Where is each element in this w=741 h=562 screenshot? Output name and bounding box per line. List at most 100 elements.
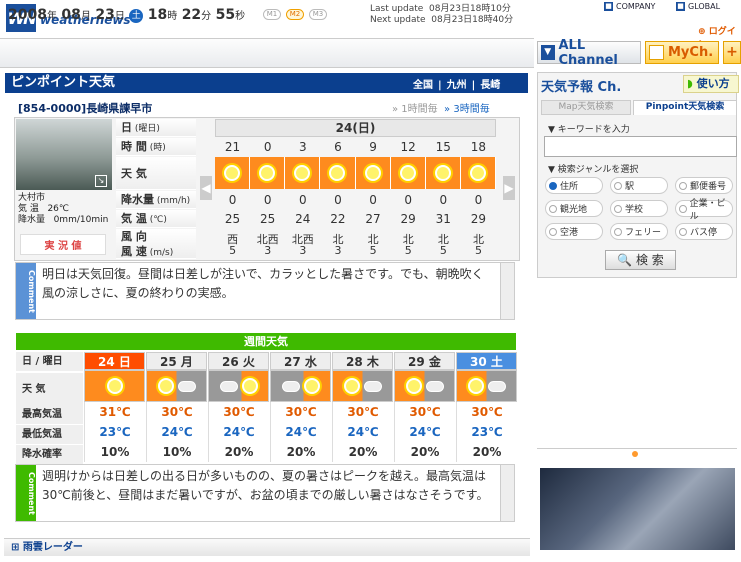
breadcrumb-kyushu[interactable]: 九州 <box>447 80 467 91</box>
minute-unit: 分 <box>201 11 212 22</box>
breadcrumb: 全国 | 九州 | 長崎 <box>413 80 501 91</box>
hours-row: 21 0 3 6 9 12 15 18 <box>215 140 496 154</box>
weather-icon-cell <box>390 157 426 189</box>
forecast-channel-title: 天気予報 Ch. <box>541 80 622 95</box>
keyword-input[interactable] <box>544 136 737 157</box>
sun-icon <box>294 165 311 181</box>
wind-speed-cell: 5 <box>229 244 237 257</box>
next-arrow-icon[interactable]: ▶ <box>503 176 515 200</box>
sun-icon <box>106 378 123 394</box>
weather-icon-cell <box>425 157 461 189</box>
label-time: 時 間 (時) <box>116 138 196 156</box>
rain-cell: 0 <box>369 193 377 207</box>
weekly-day-column: 26 火 30℃ 24℃ 20% <box>208 352 269 462</box>
my-channel-button[interactable]: MyCh. <box>645 41 719 64</box>
search-icon: 🔍 <box>617 253 633 267</box>
forecast-date: 24(日) <box>215 119 496 137</box>
comment-text: 明日は天気回復。昼間は日差しが注いで、カラッとした暑さです。でも、朝晩吹く風の涼… <box>42 267 484 300</box>
label-time-text: 時 間 <box>121 140 147 153</box>
tab-3-hour[interactable]: » 3時間毎 <box>444 104 490 115</box>
expand-icon[interactable]: ↘ <box>95 175 107 187</box>
genre-radio[interactable]: 観光地 <box>545 200 603 217</box>
breadcrumb-nagasaki[interactable]: 長崎 <box>480 80 500 91</box>
weekly-min-temp: 23℃ <box>456 422 517 442</box>
sun-icon <box>405 378 422 394</box>
weekly-comment-text: 週明けからは日差しの出る日が多いものの、夏の暑さはピークを越え。最高気温は30℃… <box>42 469 489 502</box>
genre-radio-label: バス停 <box>690 228 718 238</box>
weekly-weather-cell <box>208 370 269 402</box>
weekly-day-header: 29 金 <box>394 352 455 370</box>
carousel-dot[interactable] <box>632 451 638 457</box>
genre-radio[interactable]: 駅 <box>610 177 668 194</box>
camera-readings: 気 温 26℃ 降水量 0mm/10min <box>18 204 109 225</box>
genre-radio[interactable]: 企業・ビル <box>675 199 733 222</box>
weather-icon-cell <box>460 157 496 189</box>
minute: 22 <box>181 7 202 23</box>
breadcrumb-all[interactable]: 全国 <box>413 80 433 91</box>
genre-radio[interactable]: 学校 <box>610 200 668 217</box>
genre-radio-label: 観光地 <box>560 205 588 215</box>
comment-tab: Comment <box>16 263 36 319</box>
label-weather: 天 気 <box>116 157 196 190</box>
label-day-unit: (曜日) <box>134 124 160 134</box>
weekly-min-temp: 24℃ <box>208 422 269 442</box>
weekly-pop: 20% <box>208 442 269 462</box>
genre-radio[interactable]: 住所 <box>545 177 603 194</box>
observation-button[interactable]: 実 況 値 <box>20 234 106 255</box>
level-m1-button[interactable]: M1 <box>263 9 281 20</box>
genre-radio[interactable]: バス停 <box>675 223 733 240</box>
genre-radio[interactable]: 空港 <box>545 223 603 240</box>
weekly-title: 週間天気 <box>16 333 516 350</box>
add-channel-button[interactable]: + <box>723 41 741 64</box>
genre-radio-label: フェリー <box>625 228 662 238</box>
day-of-week-badge: 土 <box>129 9 144 23</box>
weekly-comment-scrollbar[interactable] <box>500 465 514 521</box>
tab-1-hour[interactable]: » 1時間毎 <box>392 104 438 115</box>
sky-photo[interactable] <box>540 468 735 550</box>
rain-cell: 0 <box>298 193 307 207</box>
month-unit: 月 <box>80 11 91 22</box>
howto-button[interactable]: ◗ 使い方 <box>683 75 739 93</box>
comment-scrollbar[interactable] <box>500 263 514 319</box>
update-times: Last update 08月23日18時10分 Next update 08月… <box>370 4 514 25</box>
prev-arrow-icon[interactable]: ◀ <box>200 176 212 200</box>
company-link[interactable]: ■ COMPANY <box>604 2 655 11</box>
weekly-max-temp: 30℃ <box>208 402 269 422</box>
day: 23 <box>95 7 115 23</box>
window-icon <box>649 45 664 60</box>
sun-icon <box>364 165 381 181</box>
search-button[interactable]: 🔍 検 索 <box>605 250 676 270</box>
current-datetime: 2008年 08月 23日 土 18時 22分 55秒 <box>8 7 245 23</box>
rain-radar-link[interactable]: ⊞ 雨雲レーダー <box>4 538 530 556</box>
sun-icon <box>469 165 486 181</box>
hour-unit: 時 <box>167 11 178 22</box>
label-temp-unit: (℃) <box>149 215 167 225</box>
level-m3-button[interactable]: M3 <box>309 9 327 20</box>
level-m2-button[interactable]: M2 <box>286 9 304 20</box>
tab-pinpoint-search[interactable]: Pinpoint天気検索 <box>633 100 737 115</box>
cloud-icon <box>177 380 196 392</box>
sun-icon <box>259 165 276 181</box>
wind-speed-cell: 5 <box>439 244 447 257</box>
weekly-comment-tab: Comment <box>16 465 36 521</box>
genre-radio[interactable]: 郵便番号 <box>675 177 733 194</box>
year: 2008 <box>8 7 47 23</box>
global-link-label: GLOBAL <box>688 2 721 11</box>
label-temp-text: 気 温 <box>121 212 147 225</box>
temp-cell: 29 <box>470 212 487 226</box>
all-channel-button[interactable]: ▼ ALL Channel <box>537 38 641 68</box>
weekly-pop: 20% <box>270 442 331 462</box>
weather-icons-row <box>215 157 496 189</box>
weekly-max-temp: 30℃ <box>456 402 517 422</box>
genre-radio[interactable]: フェリー <box>610 223 668 240</box>
radio-circle-icon <box>614 227 622 236</box>
weekly-weather-cell <box>84 370 145 402</box>
tab-map-search[interactable]: Map天気検索 <box>541 100 631 115</box>
label-rain-unit: (mm/h) <box>156 196 191 206</box>
global-link[interactable]: ■ GLOBAL <box>676 2 720 11</box>
sun-icon <box>343 378 360 394</box>
chevron-down-icon: ▼ <box>541 45 555 60</box>
weekly-pop: 10% <box>146 442 207 462</box>
rain-cell: 0 <box>228 193 237 207</box>
weekly-weather-cell <box>270 370 331 402</box>
